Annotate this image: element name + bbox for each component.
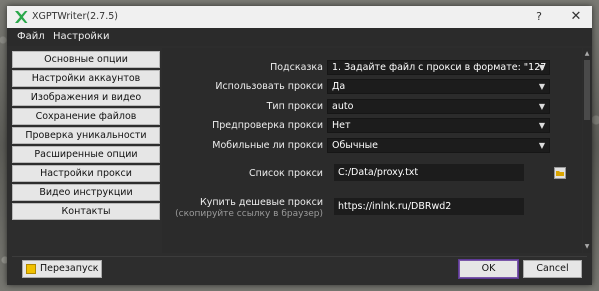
restart-button[interactable]: Перезапуск bbox=[22, 260, 102, 278]
mobile-proxy-value: Обычные bbox=[332, 140, 379, 151]
proxy-type-select[interactable]: auto ▼ bbox=[327, 99, 550, 114]
mobile-proxy-row: Мобильные ли прокси Обычные ▼ bbox=[162, 138, 582, 154]
restart-label: Перезапуск bbox=[40, 263, 99, 274]
proxy-list-input[interactable]: C:/Data/proxy.txt bbox=[334, 164, 524, 181]
content-scrollbar[interactable]: ▲ ▼ bbox=[583, 48, 591, 253]
chevron-down-icon: ▼ bbox=[538, 121, 545, 130]
scroll-thumb[interactable] bbox=[584, 60, 590, 120]
menu-file[interactable]: Файл bbox=[17, 31, 45, 42]
sidebar-item-proxy[interactable]: Настройки прокси bbox=[12, 165, 160, 182]
proxy-list-row: Список прокси C:/Data/proxy.txt bbox=[162, 164, 582, 184]
use-proxy-value: Да bbox=[332, 81, 346, 92]
chevron-down-icon: ▼ bbox=[538, 63, 545, 72]
ok-button[interactable]: OK bbox=[459, 260, 518, 278]
sidebar-item-main-options[interactable]: Основные опции bbox=[12, 51, 160, 68]
sidebar: Основные опции Настройки аккаунтов Изобр… bbox=[12, 51, 160, 222]
help-button[interactable]: ? bbox=[524, 6, 554, 28]
menu-settings[interactable]: Настройки bbox=[53, 31, 109, 42]
use-proxy-row: Использовать прокси Да ▼ bbox=[162, 79, 582, 95]
precheck-select[interactable]: Нет ▼ bbox=[327, 118, 550, 133]
settings-window: XGPTWriter(2.7.5) ? ✕ Файл Настройки Осн… bbox=[7, 6, 592, 285]
folder-icon bbox=[556, 171, 564, 176]
sidebar-item-uniqueness[interactable]: Проверка уникальности bbox=[12, 127, 160, 144]
proxy-settings-panel: Подсказка 1. Задайте файл с прокси в фор… bbox=[162, 48, 582, 253]
chevron-down-icon: ▼ bbox=[538, 141, 545, 150]
chevron-down-icon: ▼ bbox=[538, 102, 545, 111]
hint-select[interactable]: 1. Задайте файл с прокси в формате: "127… bbox=[327, 60, 550, 75]
sidebar-item-video-guides[interactable]: Видео инструкции bbox=[12, 184, 160, 201]
sidebar-item-advanced[interactable]: Расширенные опции bbox=[12, 146, 160, 163]
browse-file-button[interactable] bbox=[554, 167, 566, 179]
sidebar-item-accounts[interactable]: Настройки аккаунтов bbox=[12, 70, 160, 87]
precheck-value: Нет bbox=[332, 120, 351, 131]
hint-value: 1. Задайте файл с прокси в формате: "127 bbox=[332, 62, 547, 73]
proxy-type-value: auto bbox=[332, 101, 354, 112]
hint-label: Подсказка bbox=[270, 62, 323, 73]
menu-bar: Файл Настройки bbox=[7, 28, 592, 46]
sidebar-item-save-files[interactable]: Сохранение файлов bbox=[12, 108, 160, 125]
proxy-type-label: Тип прокси bbox=[266, 101, 323, 112]
proxy-list-label: Список прокси bbox=[248, 168, 323, 179]
scroll-down-icon[interactable]: ▼ bbox=[583, 243, 591, 251]
sidebar-item-images-video[interactable]: Изображения и видео bbox=[12, 89, 160, 106]
scroll-up-icon[interactable]: ▲ bbox=[583, 50, 591, 58]
sidebar-item-contacts[interactable]: Контакты bbox=[12, 203, 160, 220]
buy-proxy-link-field[interactable]: https://inlnk.ru/DBRwd2 bbox=[334, 198, 524, 215]
mobile-proxy-label: Мобильные ли прокси bbox=[212, 140, 323, 151]
use-proxy-label: Использовать прокси bbox=[215, 81, 323, 92]
hint-row: Подсказка 1. Задайте файл с прокси в фор… bbox=[162, 60, 582, 76]
precheck-row: Предпроверка прокси Нет ▼ bbox=[162, 118, 582, 134]
divider bbox=[12, 256, 587, 257]
use-proxy-select[interactable]: Да ▼ bbox=[327, 79, 550, 94]
window-title: XGPTWriter(2.7.5) bbox=[32, 11, 118, 22]
buy-proxy-row: Купить дешевые прокси (скопируйте ссылку… bbox=[162, 194, 582, 226]
mobile-proxy-select[interactable]: Обычные ▼ bbox=[327, 138, 550, 153]
restart-icon bbox=[26, 264, 36, 274]
buy-proxy-sublabel: (скопируйте ссылку в браузер) bbox=[175, 209, 323, 219]
precheck-label: Предпроверка прокси bbox=[212, 120, 323, 131]
cancel-button[interactable]: Cancel bbox=[523, 260, 582, 278]
title-bar: XGPTWriter(2.7.5) ? ✕ bbox=[7, 6, 592, 28]
close-button[interactable]: ✕ bbox=[561, 6, 591, 28]
proxy-type-row: Тип прокси auto ▼ bbox=[162, 99, 582, 115]
app-logo-icon bbox=[15, 11, 28, 23]
chevron-down-icon: ▼ bbox=[538, 82, 545, 91]
buy-proxy-label: Купить дешевые прокси bbox=[199, 197, 323, 208]
